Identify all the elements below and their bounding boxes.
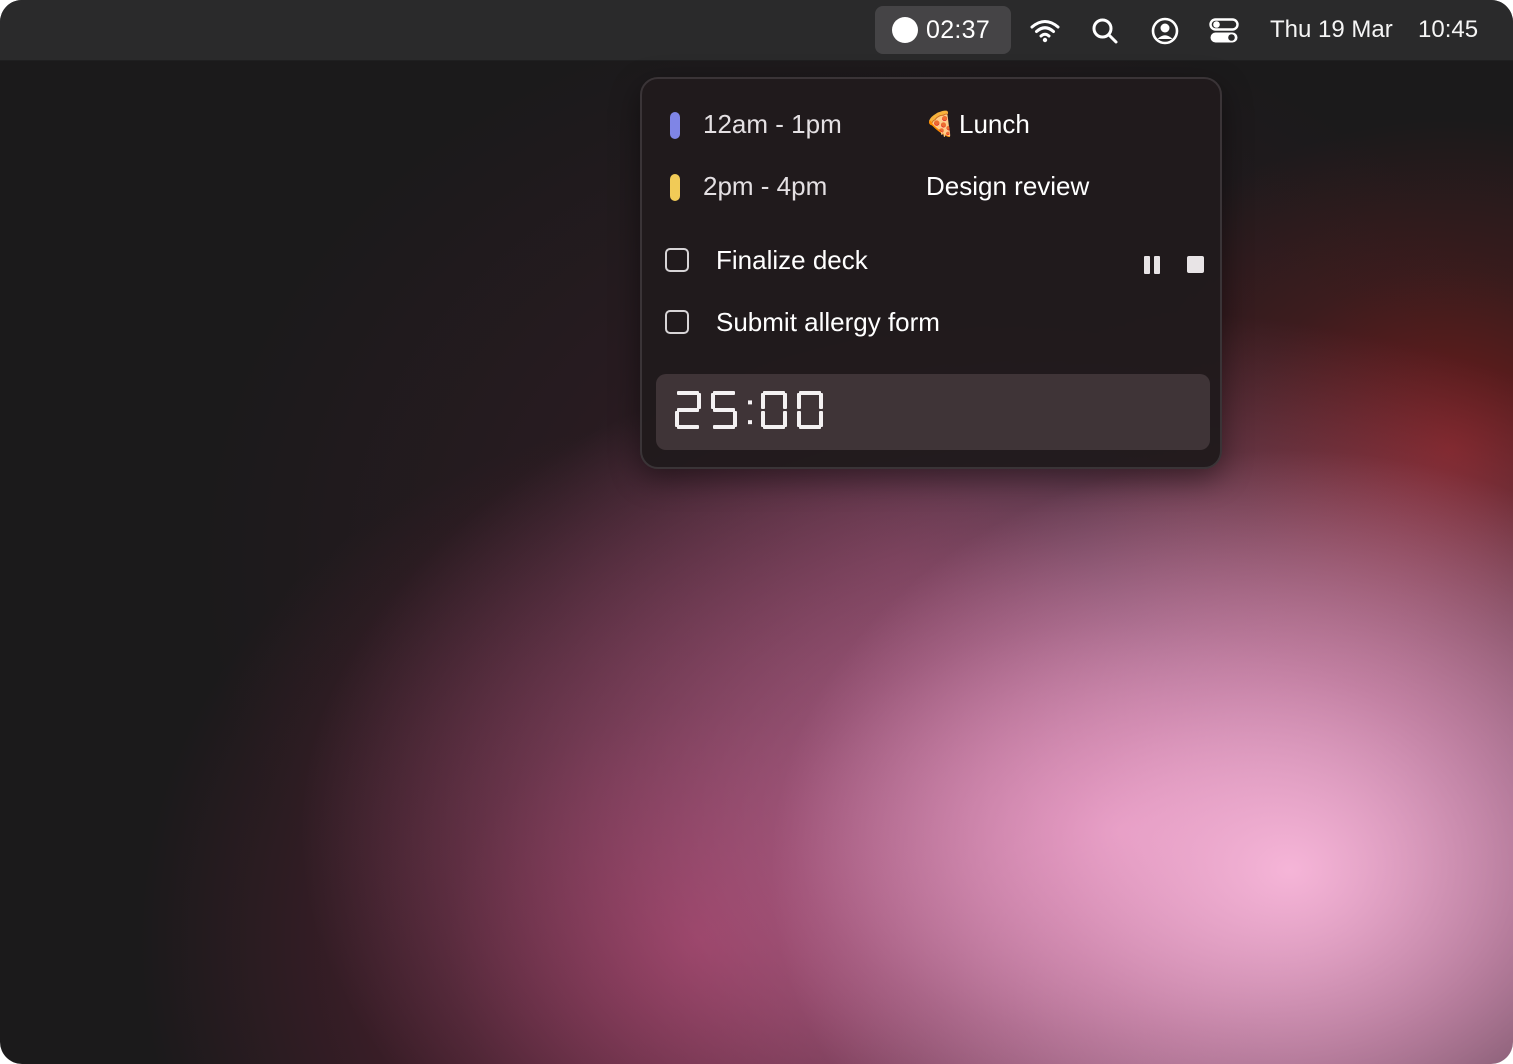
timer-digits — [675, 391, 875, 440]
timer-colon — [748, 400, 752, 425]
timer-display[interactable] — [656, 374, 1210, 450]
menubar-timer-label: 02:37 — [926, 15, 991, 44]
event-title: Lunch — [959, 109, 1030, 139]
timer-digit — [797, 391, 823, 429]
task-checkbox[interactable] — [665, 248, 689, 272]
timer-status-icon — [892, 17, 918, 43]
task-label: Finalize deck — [716, 245, 868, 275]
calendar-event-lunch[interactable]: 12am - 1pm 🍕 Lunch — [670, 109, 1190, 141]
menubar-clock[interactable]: 10:45 — [1418, 16, 1478, 44]
menu-bar: 02:37 Thu 19 Mar 10:45 — [0, 0, 1513, 61]
task-item-finalize-deck: Finalize deck — [665, 245, 1204, 279]
calendar-event-design-review[interactable]: 2pm - 4pm Design review — [670, 171, 1190, 203]
task-label: Submit allergy form — [716, 307, 940, 337]
event-color-bar — [670, 112, 680, 139]
timer-digit — [761, 391, 787, 429]
pizza-icon: 🍕 — [925, 111, 955, 138]
timer-digit — [711, 391, 737, 429]
segment-display — [675, 391, 823, 429]
event-time: 12am - 1pm — [703, 109, 842, 139]
pause-icon[interactable] — [1143, 256, 1161, 274]
account-icon[interactable] — [1150, 16, 1180, 46]
stop-icon[interactable] — [1187, 256, 1204, 273]
menubar-timer-button[interactable]: 02:37 — [875, 6, 1011, 54]
wifi-icon[interactable] — [1030, 16, 1060, 46]
search-icon[interactable] — [1090, 16, 1120, 46]
event-time: 2pm - 4pm — [703, 171, 828, 201]
control-center-icon[interactable] — [1209, 16, 1239, 46]
timer-digit — [675, 391, 701, 429]
timer-popover: 12am - 1pm 🍕 Lunch 2pm - 4pm Design revi… — [640, 77, 1222, 469]
desktop: 02:37 Thu 19 Mar 10:45 12am - 1pm 🍕 Lunc… — [0, 0, 1513, 1064]
task-item-submit-allergy-form: Submit allergy form — [665, 307, 1195, 341]
event-title: Design review — [926, 171, 1090, 201]
menubar-date[interactable]: Thu 19 Mar — [1270, 16, 1393, 44]
task-checkbox[interactable] — [665, 310, 689, 334]
event-color-bar — [670, 174, 680, 201]
